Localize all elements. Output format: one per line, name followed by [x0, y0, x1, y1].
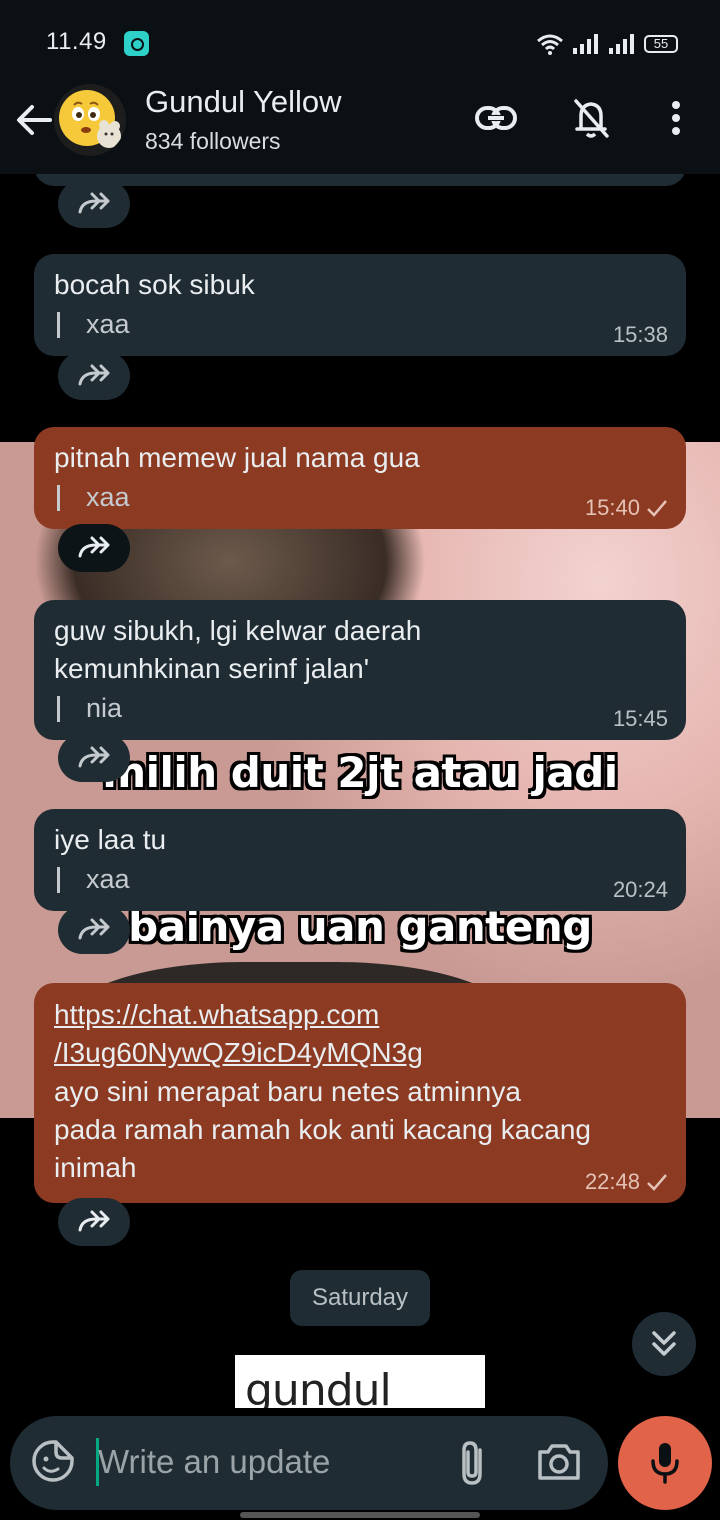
back-arrow-icon: [17, 105, 52, 135]
message-text: bocah sok sibuk: [54, 269, 255, 300]
bell-off-icon: [574, 99, 609, 138]
status-bar: 11.49 55: [0, 0, 720, 66]
message-meta: 15:40: [585, 495, 668, 521]
message-time: 15:45: [612, 706, 668, 731]
message-signature: xaa: [54, 306, 666, 342]
camera-icon: [538, 1444, 580, 1480]
chat-area[interactable]: milih duit 2jt atau jadi bainya uan gant…: [0, 174, 720, 1408]
message-time: 20:24: [612, 877, 668, 902]
forward-icon: [78, 536, 110, 558]
microphone-icon: [651, 1443, 679, 1484]
forward-button[interactable]: [58, 352, 130, 400]
app-notification-icon: [124, 31, 149, 56]
message-signature: nia: [54, 690, 666, 726]
forward-button[interactable]: [58, 180, 130, 228]
forward-icon: [78, 192, 110, 214]
followers-count: 834 followers: [145, 128, 281, 154]
sticker-icon: [32, 1440, 74, 1482]
forward-icon: [78, 918, 110, 940]
message-signature: xaa: [54, 479, 666, 515]
message-bubble[interactable]: bocah sok sibuk xaa 15:38: [34, 254, 686, 356]
avatar-emoji-image: [59, 90, 121, 148]
message-bubble[interactable]: iye laa tu xaa 20:24: [34, 809, 686, 911]
message-bubble-own[interactable]: https://chat.whatsapp.com /I3ug60NywQZ9i…: [34, 983, 686, 1203]
link-icon: [475, 106, 517, 130]
message-text: iye laa tu: [54, 824, 167, 855]
message-meta: 15:38: [613, 322, 668, 348]
wifi-icon: [537, 34, 563, 55]
link-button[interactable]: [468, 90, 524, 146]
message-signature: xaa: [54, 861, 666, 897]
status-indicators: 55: [536, 30, 678, 58]
message-time: 15:38: [612, 322, 668, 347]
mute-button[interactable]: [563, 90, 619, 146]
message-link[interactable]: /I3ug60NywQZ9icD4yMQN3g: [54, 1033, 666, 1073]
message-text: guw sibukh, lgi kelwar daerah kemunhkina…: [54, 615, 422, 684]
sticker-button[interactable]: [30, 1438, 76, 1484]
forward-button[interactable]: [58, 524, 130, 572]
channel-name[interactable]: Gundul Yellow: [145, 84, 342, 120]
more-options-button[interactable]: [648, 90, 704, 146]
camera-button[interactable]: [534, 1438, 584, 1488]
message-meta: 15:45: [613, 706, 668, 732]
message-text: ayo sini merapat baru netes atminnya pad…: [54, 1076, 591, 1183]
forward-button[interactable]: [58, 906, 130, 954]
message-bubble-own[interactable]: pitnah memew jual nama gua xaa 15:40: [34, 427, 686, 529]
forward-button[interactable]: [58, 734, 130, 782]
day-divider: Saturday: [290, 1270, 430, 1326]
message-bubble[interactable]: guw sibukh, lgi kelwar daerah kemunhkina…: [34, 600, 686, 740]
back-button[interactable]: [12, 96, 56, 144]
composer-bar: [10, 1416, 608, 1510]
update-input[interactable]: [98, 1432, 438, 1492]
sent-check-icon: [647, 1174, 667, 1191]
forward-icon: [78, 1210, 110, 1232]
message-meta: 22:48: [585, 1169, 668, 1195]
forward-button[interactable]: [58, 1198, 130, 1246]
preview-text: gundul: [245, 1365, 392, 1408]
message-link[interactable]: https://chat.whatsapp.com: [54, 995, 666, 1035]
channel-avatar[interactable]: [54, 84, 126, 156]
home-indicator: [240, 1512, 480, 1518]
sent-check-icon: [647, 500, 667, 517]
double-chevron-down-icon: [652, 1331, 676, 1356]
battery-icon: 55: [644, 35, 678, 53]
message-bubble-previous[interactable]: [34, 174, 686, 186]
status-time: 11.49: [46, 28, 107, 55]
voice-record-button[interactable]: [618, 1416, 712, 1510]
scroll-to-bottom-button[interactable]: [632, 1312, 696, 1376]
signal-icon-2: [609, 34, 634, 54]
paperclip-icon: [462, 1441, 482, 1485]
forward-icon: [78, 364, 110, 386]
message-time: 15:40: [584, 495, 640, 520]
signal-icon: [573, 34, 598, 54]
forward-icon: [78, 746, 110, 768]
image-message-preview[interactable]: gundul: [235, 1355, 485, 1408]
attach-button[interactable]: [450, 1438, 496, 1488]
message-meta: 20:24: [613, 877, 668, 903]
more-vert-icon: [672, 101, 680, 135]
message-text: pitnah memew jual nama gua: [54, 442, 420, 473]
channel-header: Gundul Yellow 834 followers: [0, 66, 720, 174]
message-time: 22:48: [584, 1169, 640, 1194]
